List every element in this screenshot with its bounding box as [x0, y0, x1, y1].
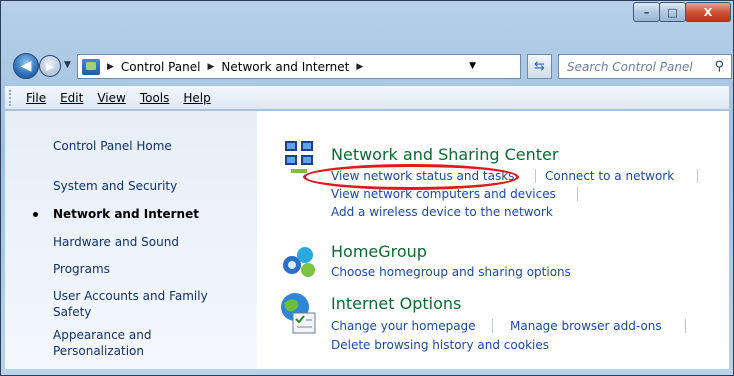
link-delete-history[interactable]: Delete browsing history and cookies	[331, 338, 549, 352]
back-button[interactable]: ◀	[13, 53, 39, 79]
sidebar-item-appearance-line2[interactable]: Personalization	[53, 343, 144, 359]
menu-bar: File Edit View Tools Help	[5, 86, 729, 110]
sidebar-item-user-accounts-line2[interactable]: Safety	[53, 304, 91, 320]
sidebar-item-control-panel-home[interactable]: Control Panel Home	[53, 138, 172, 154]
control-panel-window: – □ X ◀ ▶ ▼ ▶ Control Panel ▶ Network an…	[0, 0, 734, 376]
breadcrumb-control-panel[interactable]: Control Panel	[121, 60, 201, 74]
breadcrumb-network-and-internet[interactable]: Network and Internet	[221, 60, 349, 74]
link-change-homepage[interactable]: Change your homepage	[331, 319, 476, 333]
link-divider	[697, 169, 698, 183]
refresh-icon: ⇆	[534, 59, 545, 74]
forward-button[interactable]: ▶	[39, 55, 61, 77]
menu-edit[interactable]: Edit	[60, 91, 83, 105]
navigation-bar: ◀ ▶ ▼ ▶ Control Panel ▶ Network and Inte…	[1, 49, 733, 83]
link-divider	[492, 319, 493, 333]
sidebar-item-hardware-and-sound[interactable]: Hardware and Sound	[53, 234, 179, 250]
close-button[interactable]: X	[685, 2, 731, 22]
search-icon[interactable]: ⚲	[714, 59, 724, 74]
link-divider	[577, 187, 578, 201]
menu-help[interactable]: Help	[183, 91, 210, 105]
menu-file[interactable]: File	[26, 91, 46, 105]
recent-pages-dropdown-icon[interactable]: ▼	[64, 60, 71, 70]
control-panel-icon	[82, 58, 100, 75]
link-divider	[535, 169, 536, 183]
link-divider	[685, 319, 686, 333]
section-title-internet-options[interactable]: Internet Options	[331, 294, 461, 313]
link-homegroup-options[interactable]: Choose homegroup and sharing options	[331, 265, 571, 279]
minimize-button[interactable]: –	[633, 2, 660, 22]
sidebar-item-user-accounts[interactable]: User Accounts and Family	[53, 288, 208, 304]
sidebar-item-network-and-internet: Network and Internet	[53, 207, 199, 221]
menu-tools[interactable]: Tools	[140, 91, 170, 105]
back-arrow-icon: ◀	[20, 58, 32, 74]
address-history-dropdown-icon[interactable]: ▼	[469, 61, 476, 71]
search-box[interactable]: Search Control Panel ⚲	[558, 54, 732, 79]
content-pane: Network and Sharing Center View network …	[257, 111, 729, 369]
caption-buttons: – □ X	[633, 2, 731, 22]
link-add-wireless-device[interactable]: Add a wireless device to the network	[331, 205, 553, 219]
sidebar: Control Panel Home System and Security N…	[5, 111, 257, 369]
active-bullet-icon	[33, 212, 38, 217]
section-title-network-sharing[interactable]: Network and Sharing Center	[331, 145, 558, 164]
refresh-button[interactable]: ⇆	[527, 54, 552, 79]
forward-arrow-icon: ▶	[45, 59, 55, 73]
sidebar-item-appearance[interactable]: Appearance and	[53, 327, 151, 343]
menu-grip	[9, 89, 12, 106]
red-highlight-annotation	[303, 164, 519, 190]
link-connect-to-network[interactable]: Connect to a network	[545, 169, 674, 183]
homegroup-icon[interactable]	[281, 243, 317, 279]
sidebar-item-programs[interactable]: Programs	[53, 261, 110, 277]
breadcrumb-separator-icon[interactable]: ▶	[208, 62, 215, 72]
link-manage-addons[interactable]: Manage browser add-ons	[510, 319, 662, 333]
maximize-button[interactable]: □	[659, 2, 686, 22]
breadcrumb-separator-icon[interactable]: ▶	[356, 62, 363, 72]
breadcrumb-separator-icon[interactable]: ▶	[107, 62, 114, 72]
menu-view[interactable]: View	[97, 91, 125, 105]
search-input[interactable]: Search Control Panel	[567, 60, 693, 74]
internet-options-icon[interactable]	[279, 291, 317, 335]
sidebar-item-system-and-security[interactable]: System and Security	[53, 178, 177, 194]
address-bar[interactable]: ▶ Control Panel ▶ Network and Internet ▶…	[77, 54, 521, 79]
section-title-homegroup[interactable]: HomeGroup	[331, 242, 427, 261]
